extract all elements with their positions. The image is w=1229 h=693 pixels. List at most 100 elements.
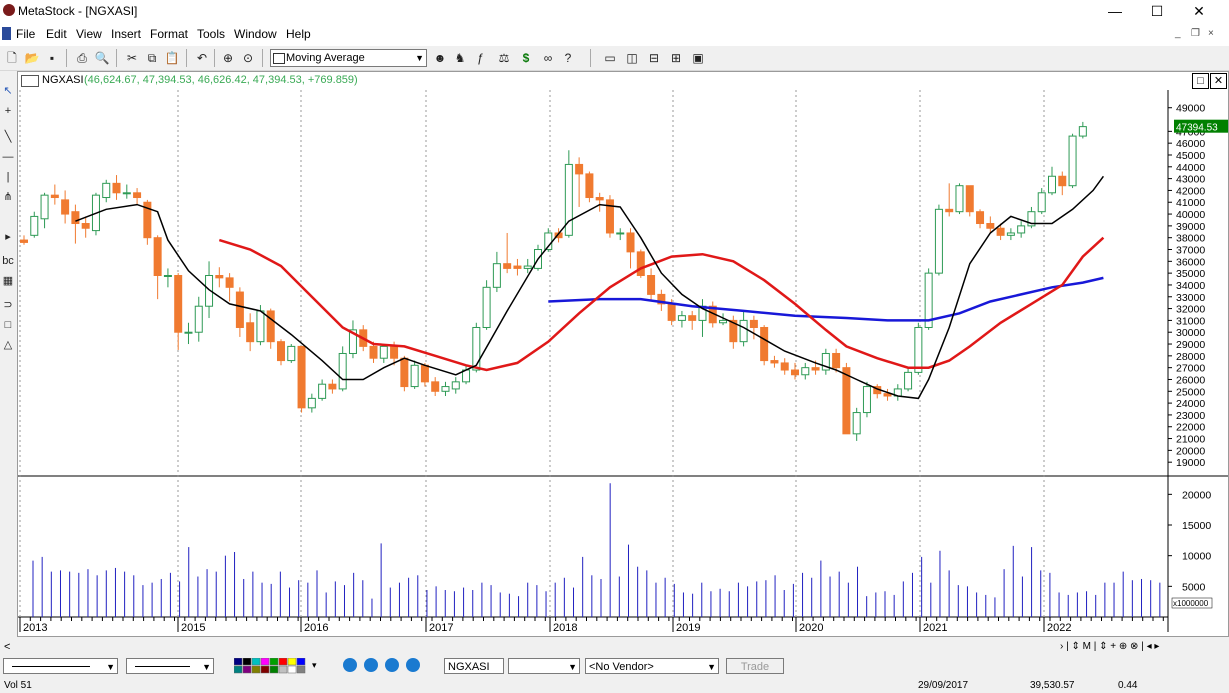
menu-tools[interactable]: Tools <box>197 27 225 41</box>
color-swatch[interactable] <box>278 657 288 666</box>
metastock-app-icon <box>3 4 15 16</box>
chevron-down-icon[interactable]: ▼ <box>106 659 115 675</box>
price-volume-chart[interactable]: 2013 2015 2016 2017 2018 2019 2020 2021 2022 1900… <box>18 72 1228 636</box>
period-select[interactable]: ▼ <box>508 658 580 674</box>
color-swatch[interactable] <box>260 665 270 674</box>
menu-edit[interactable]: Edit <box>46 27 67 41</box>
arc-tool-icon[interactable]: ⊃ <box>2 298 14 312</box>
cut-icon[interactable]: ✂ <box>124 50 140 66</box>
chevron-down-icon[interactable]: ▼ <box>415 50 424 66</box>
triangle-tool-icon[interactable]: △ <box>2 338 14 352</box>
x-tick-label: 2016 <box>304 622 328 634</box>
explorer-icon[interactable]: ♞ <box>452 50 468 66</box>
color-swatch[interactable] <box>251 665 261 674</box>
browser-icon[interactable] <box>385 658 399 672</box>
color-swatch[interactable] <box>242 665 252 674</box>
vendor-select[interactable]: <No Vendor> ▼ <box>585 658 719 674</box>
close-button[interactable]: ✕ <box>1184 2 1214 20</box>
tile-horizontal-icon[interactable]: ⊟ <box>646 50 662 66</box>
candle-body <box>400 357 409 388</box>
color-swatch[interactable] <box>251 657 261 666</box>
undo-icon[interactable]: ↶ <box>194 50 210 66</box>
cascade-windows-icon[interactable]: ▭ <box>602 50 618 66</box>
title-bar: MetaStock - [NGXASI] — ☐ ✕ <box>0 0 1229 22</box>
palette-dropdown-icon[interactable]: ▾ <box>312 660 317 671</box>
binoculars-icon[interactable]: ∞ <box>540 50 556 66</box>
maximize-button[interactable]: ☐ <box>1142 2 1172 20</box>
y-tick-label: 41000 <box>1176 197 1205 209</box>
color-swatch[interactable] <box>233 657 243 666</box>
mdi-restore-button[interactable]: ❐ <box>1191 28 1200 39</box>
vertical-line-icon[interactable]: | <box>2 170 14 184</box>
line-weight-select[interactable]: ▼ <box>126 658 214 674</box>
trendline-icon[interactable]: ╲ <box>2 130 14 144</box>
menu-view[interactable]: View <box>76 27 102 41</box>
pointer-icon[interactable]: ↖ <box>2 84 14 98</box>
mdi-close-button[interactable]: × <box>1208 28 1214 39</box>
color-swatch[interactable] <box>269 665 279 674</box>
dollar-icon[interactable]: $ <box>518 50 534 66</box>
formula-icon[interactable]: ƒ <box>472 50 488 66</box>
color-swatch[interactable] <box>296 657 306 666</box>
copy-icon[interactable]: ⧉ <box>144 50 160 66</box>
color-palette[interactable] <box>233 657 306 674</box>
status-bar: Vol 51 29/09/2017 39,530.57 0.44 <box>0 680 1229 693</box>
indicator-select[interactable]: Moving Average ▼ <box>270 49 427 67</box>
tile-vertical-icon[interactable]: ◫ <box>624 50 640 66</box>
browser-icon[interactable] <box>406 658 420 672</box>
chevron-down-icon[interactable]: ▼ <box>707 659 716 675</box>
menu-window[interactable]: Window <box>234 27 277 41</box>
candle-body <box>986 223 995 229</box>
menu-help[interactable]: Help <box>286 27 311 41</box>
color-swatch[interactable] <box>260 657 270 666</box>
expand-tools-icon[interactable]: ▸ <box>2 230 14 244</box>
color-swatch[interactable] <box>242 657 252 666</box>
fibonacci-icon[interactable]: ⋔ <box>2 190 14 204</box>
color-swatch[interactable] <box>296 665 306 674</box>
browser-icon[interactable] <box>364 658 378 672</box>
text-tool-icon[interactable]: bc <box>2 254 14 268</box>
symbol-input-value: NGXASI <box>448 661 490 673</box>
document-icon[interactable] <box>2 27 11 40</box>
zoom-icon[interactable]: ⊙ <box>240 50 256 66</box>
crosshair-tool-icon[interactable]: + <box>2 104 14 118</box>
minimize-button[interactable]: — <box>1100 2 1130 20</box>
scroll-controls[interactable]: › | ⇕ M | ⇕ + ⊕ ⊗ | ◂ ▸ <box>1060 641 1159 652</box>
chevron-down-icon[interactable]: ▼ <box>202 659 211 675</box>
expert-advisor-icon[interactable]: ☻ <box>432 50 448 66</box>
mdi-minimize-button[interactable]: _ <box>1175 28 1181 39</box>
color-swatch[interactable] <box>278 665 288 674</box>
toolbar-separator <box>66 49 67 67</box>
print-icon[interactable]: ⎙ <box>74 50 90 66</box>
chevron-down-icon[interactable]: ▼ <box>568 659 577 675</box>
trade-button[interactable]: Trade <box>726 658 784 674</box>
paste-icon[interactable]: 📋 <box>164 50 180 66</box>
help-pointer-icon[interactable]: ? <box>560 50 576 66</box>
symbol-input[interactable]: NGXASI <box>444 658 504 674</box>
line-style-select[interactable]: ▼ <box>3 658 118 674</box>
save-icon[interactable]: ▪ <box>44 50 60 66</box>
tile-grid-icon[interactable]: ⊞ <box>668 50 684 66</box>
grid-tool-icon[interactable]: ▦ <box>2 274 14 288</box>
print-preview-icon[interactable]: 🔍 <box>94 50 110 66</box>
candle-body <box>780 362 789 371</box>
system-tester-icon[interactable]: ⚖ <box>496 50 512 66</box>
rectangle-tool-icon[interactable]: □ <box>2 318 14 332</box>
new-icon[interactable]: 🗋 <box>4 50 20 66</box>
color-swatch[interactable] <box>233 665 243 674</box>
color-swatch[interactable] <box>287 657 297 666</box>
chart-window[interactable]: NGXASI (46,624.67, 47,394.53, 46,626.42,… <box>17 71 1229 637</box>
horizontal-line-icon[interactable]: — <box>2 150 14 164</box>
menu-file[interactable]: File <box>16 27 35 41</box>
browser-icon[interactable] <box>343 658 357 672</box>
scroll-left-icon[interactable]: < <box>4 641 10 653</box>
open-icon[interactable]: 📂 <box>24 50 40 66</box>
y-tick-label: 19000 <box>1176 457 1205 469</box>
candle-body <box>369 345 378 359</box>
color-swatch[interactable] <box>287 665 297 674</box>
color-swatch[interactable] <box>269 657 279 666</box>
crosshair-icon[interactable]: ⊕ <box>220 50 236 66</box>
arrange-icons-icon[interactable]: ▣ <box>690 50 706 66</box>
menu-insert[interactable]: Insert <box>111 27 141 41</box>
menu-format[interactable]: Format <box>150 27 188 41</box>
